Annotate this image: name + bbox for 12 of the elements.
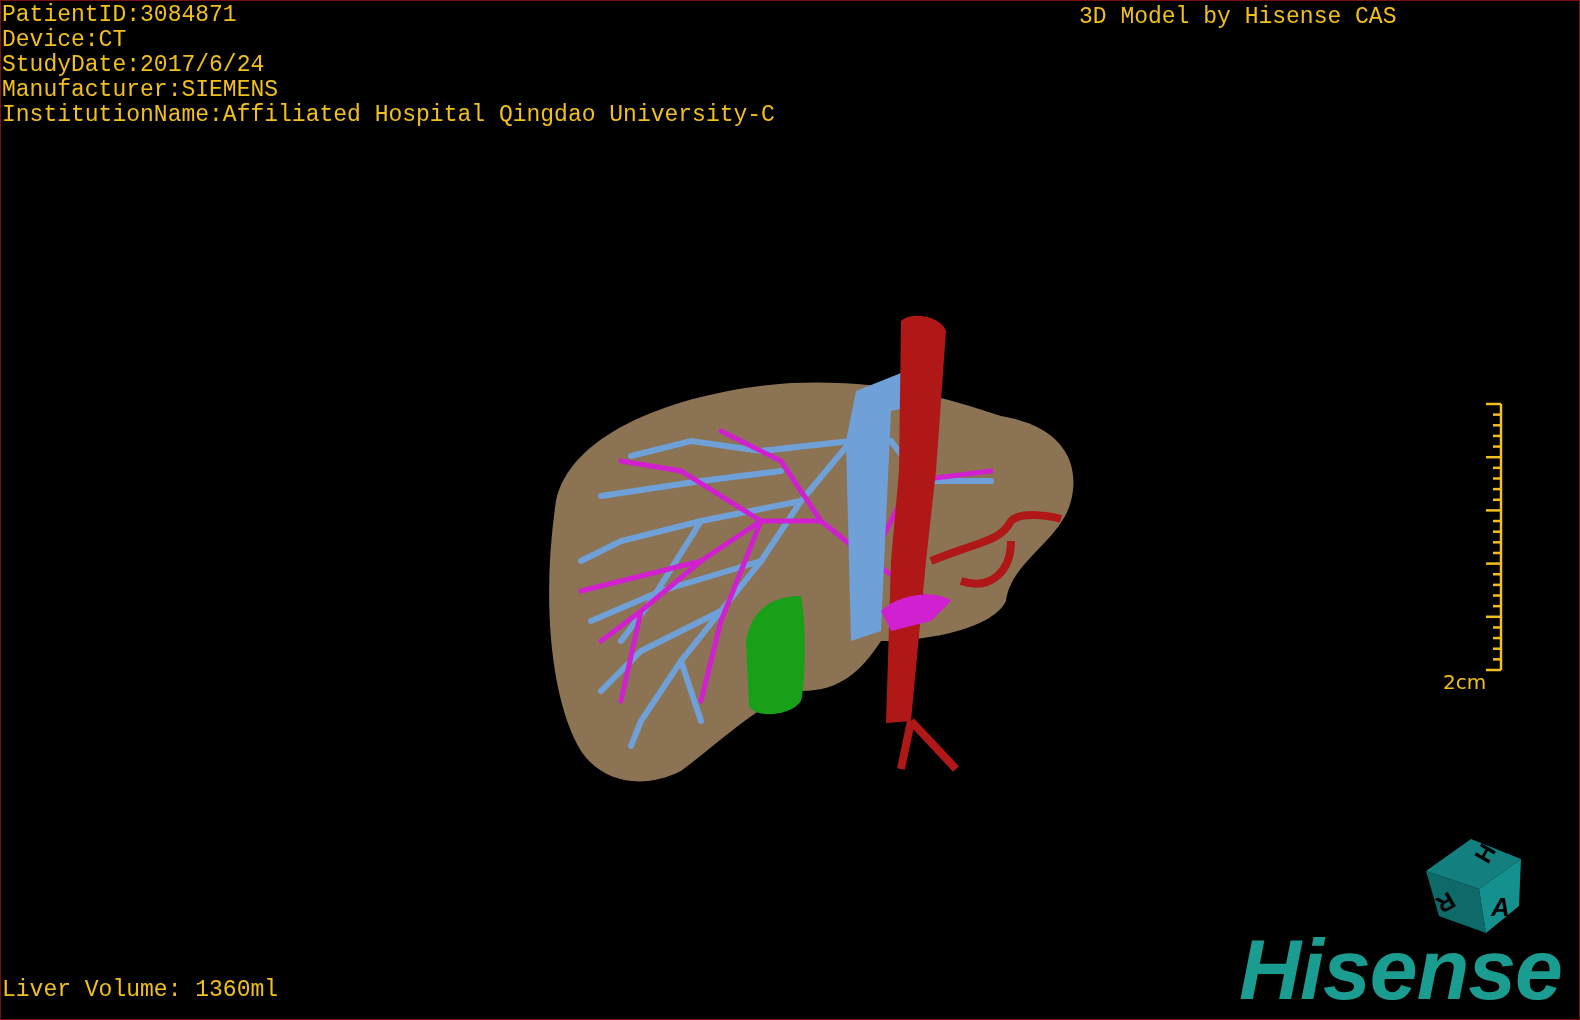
logo: Hisense	[1239, 926, 1562, 1012]
cube-label: R	[1431, 886, 1460, 919]
cube-label: A	[1491, 892, 1510, 922]
patient-info-line: Device:CT	[2, 28, 128, 53]
patient-info-line: StudyDate:2017/6/24	[2, 53, 266, 78]
scale-label: 2cm	[1443, 669, 1487, 696]
patient-info-line: InstitutionName:Affiliated Hospital Qingdao University-C	[2, 103, 775, 128]
patient-info-line: Manufacturer:SIEMENS	[2, 78, 280, 103]
patient-info-line: PatientID:3084871	[2, 3, 238, 28]
model-title: 3D Model by Hisense CAS	[1079, 5, 1397, 30]
liver-volume-label: Liver Volume: 1360ml	[2, 978, 279, 1003]
cube-label: H	[1468, 839, 1501, 868]
